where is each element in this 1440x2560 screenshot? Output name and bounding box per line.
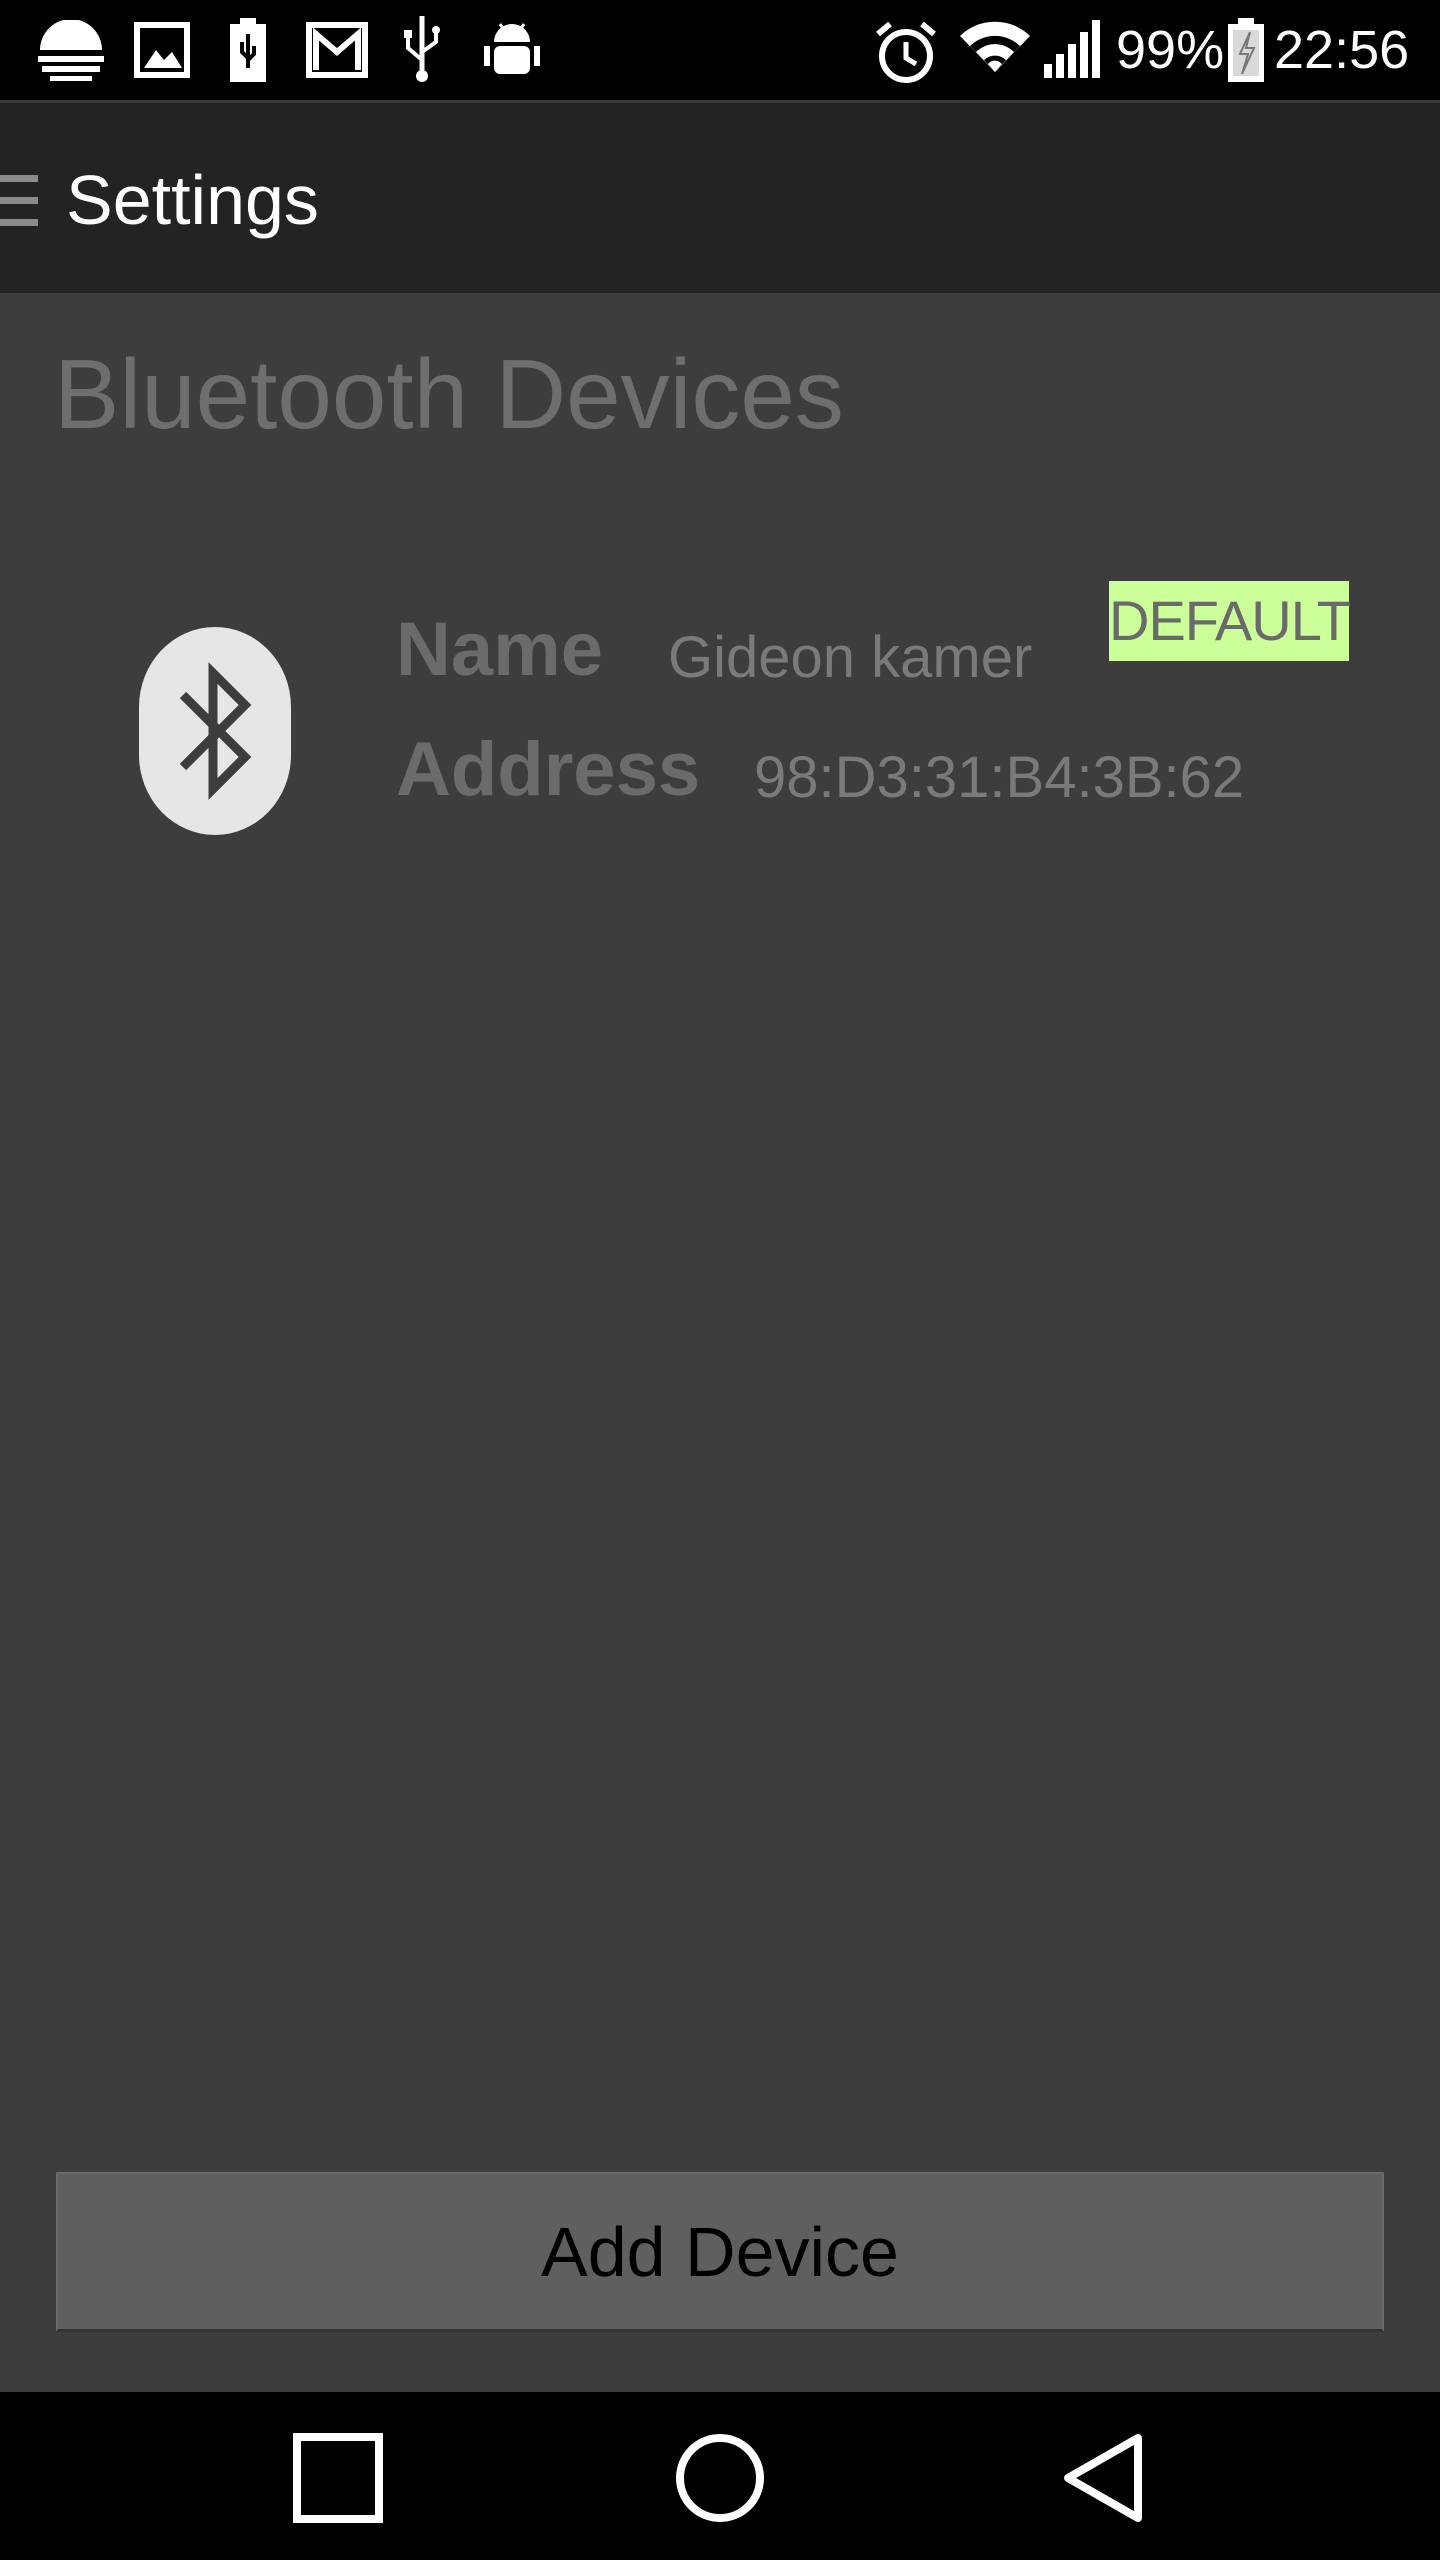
section-title: Bluetooth Devices	[54, 339, 844, 449]
wifi-icon	[960, 21, 1030, 72]
battery-usb-icon	[230, 18, 266, 82]
page-title: Settings	[66, 161, 319, 239]
battery-charging-icon	[1228, 18, 1264, 82]
drawer-menu-icon[interactable]	[0, 171, 40, 231]
weather-icon	[38, 20, 104, 81]
android-debug-icon	[484, 23, 540, 74]
usb-icon	[404, 16, 440, 82]
alarm-icon	[876, 21, 936, 83]
back-icon[interactable]	[1056, 2428, 1156, 2528]
screen: 99% 22:56 Settings Bluetooth Devices Nam…	[0, 0, 1440, 2560]
recent-apps-icon[interactable]	[288, 2428, 388, 2528]
main-content: Bluetooth Devices Name Gideon kamer Addr…	[0, 293, 1440, 2392]
device-address-label: Address	[396, 727, 701, 812]
default-badge: DEFAULT	[1109, 581, 1351, 661]
device-name-label: Name	[396, 607, 603, 692]
image-icon	[134, 22, 190, 78]
action-bar: Settings	[0, 100, 1440, 293]
signal-icon	[1044, 20, 1100, 78]
home-icon[interactable]	[670, 2428, 770, 2528]
clock: 22:56	[1274, 20, 1410, 80]
gmail-icon	[306, 22, 368, 78]
device-name-value: Gideon kamer	[668, 625, 1033, 690]
battery-percent: 99%	[1116, 20, 1225, 80]
status-bar: 99% 22:56	[0, 0, 1440, 100]
navigation-bar	[0, 2392, 1440, 2560]
add-device-button[interactable]: Add Device	[56, 2172, 1384, 2332]
device-address-value: 98:D3:31:B4:3B:62	[754, 745, 1245, 810]
bluetooth-icon	[139, 627, 291, 835]
